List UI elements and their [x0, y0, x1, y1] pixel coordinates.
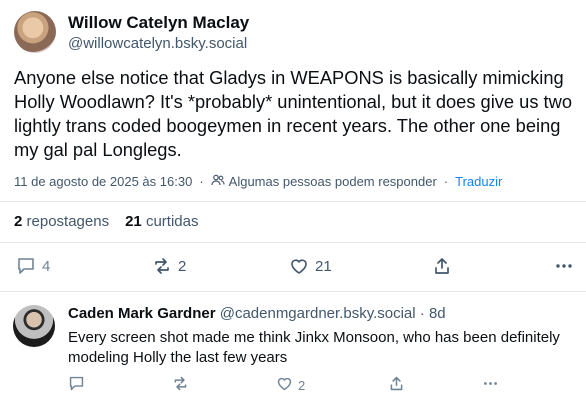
like-icon	[289, 256, 309, 276]
translate-link[interactable]: Traduzir	[455, 174, 502, 189]
reply-author-handle[interactable]: @cadenmgardner.bsky.social	[220, 305, 416, 322]
reposts-label: repostagens	[26, 213, 110, 230]
globe-people-icon	[211, 173, 225, 190]
meta-separator: ·	[443, 174, 449, 189]
main-post: Willow Catelyn Maclay @willowcatelyn.bsk…	[0, 0, 586, 292]
reply-like-count: 2	[298, 377, 306, 393]
reply-text: Every screen shot made me think Jinkx Mo…	[68, 329, 560, 366]
reply-more-button[interactable]	[482, 375, 499, 395]
post-timestamp[interactable]: 11 de agosto de 2025 às 16:30	[14, 174, 192, 189]
share-button[interactable]	[432, 256, 452, 276]
repost-button[interactable]: 2	[152, 256, 186, 276]
reply-icon	[68, 375, 85, 395]
repost-count: 2	[178, 257, 187, 275]
author-handle[interactable]: @willowcatelyn.bsky.social	[68, 35, 247, 52]
divider	[0, 201, 586, 202]
reply-time[interactable]: 8d	[429, 305, 446, 322]
reply-header: Caden Mark Gardner @cadenmgardner.bsky.s…	[68, 305, 446, 322]
meta-separator: ·	[199, 174, 204, 189]
post-text: Anyone else notice that Gladys in WEAPON…	[14, 67, 573, 160]
reply-like-button[interactable]: 2	[276, 375, 305, 395]
divider	[0, 242, 586, 243]
share-icon	[432, 256, 452, 276]
reply-separator: ·	[419, 305, 425, 322]
reposts-stat[interactable]: 2 repostagens	[14, 213, 109, 230]
post-meta: 11 de agosto de 2025 às 16:30 · Algumas …	[14, 173, 502, 190]
reply-button[interactable]: 4	[16, 256, 50, 276]
repost-icon	[172, 375, 189, 395]
reply-post[interactable]: Caden Mark Gardner @cadenmgardner.bsky.s…	[0, 293, 586, 404]
author-avatar[interactable]	[14, 11, 56, 53]
author-name[interactable]: Willow Catelyn Maclay	[68, 13, 249, 33]
like-count: 21	[315, 257, 332, 275]
reply-repost-button[interactable]	[172, 375, 189, 395]
likes-count: 21	[125, 213, 142, 230]
post-stats: 2 repostagens 21 curtidas	[14, 213, 198, 230]
reply-icon	[16, 256, 36, 276]
reposts-count: 2	[14, 213, 23, 230]
more-button[interactable]	[554, 256, 574, 276]
likes-stat[interactable]: 21 curtidas	[125, 213, 198, 230]
likes-label: curtidas	[145, 213, 199, 230]
reply-restriction[interactable]: Algumas pessoas podem responder	[229, 174, 437, 189]
repost-icon	[152, 256, 172, 276]
reply-actions: 2	[0, 375, 586, 395]
more-icon	[554, 256, 574, 276]
like-icon	[276, 375, 293, 395]
reply-author-avatar[interactable]	[13, 305, 55, 347]
more-icon	[482, 375, 499, 395]
like-button[interactable]: 21	[289, 256, 332, 276]
post-actions: 4 2 21	[0, 256, 586, 280]
reply-reply-button[interactable]	[68, 375, 85, 395]
reply-author-name[interactable]: Caden Mark Gardner	[68, 305, 216, 322]
reply-share-button[interactable]	[388, 375, 405, 395]
share-icon	[388, 375, 405, 395]
reply-count: 4	[42, 257, 51, 275]
divider	[0, 291, 586, 292]
